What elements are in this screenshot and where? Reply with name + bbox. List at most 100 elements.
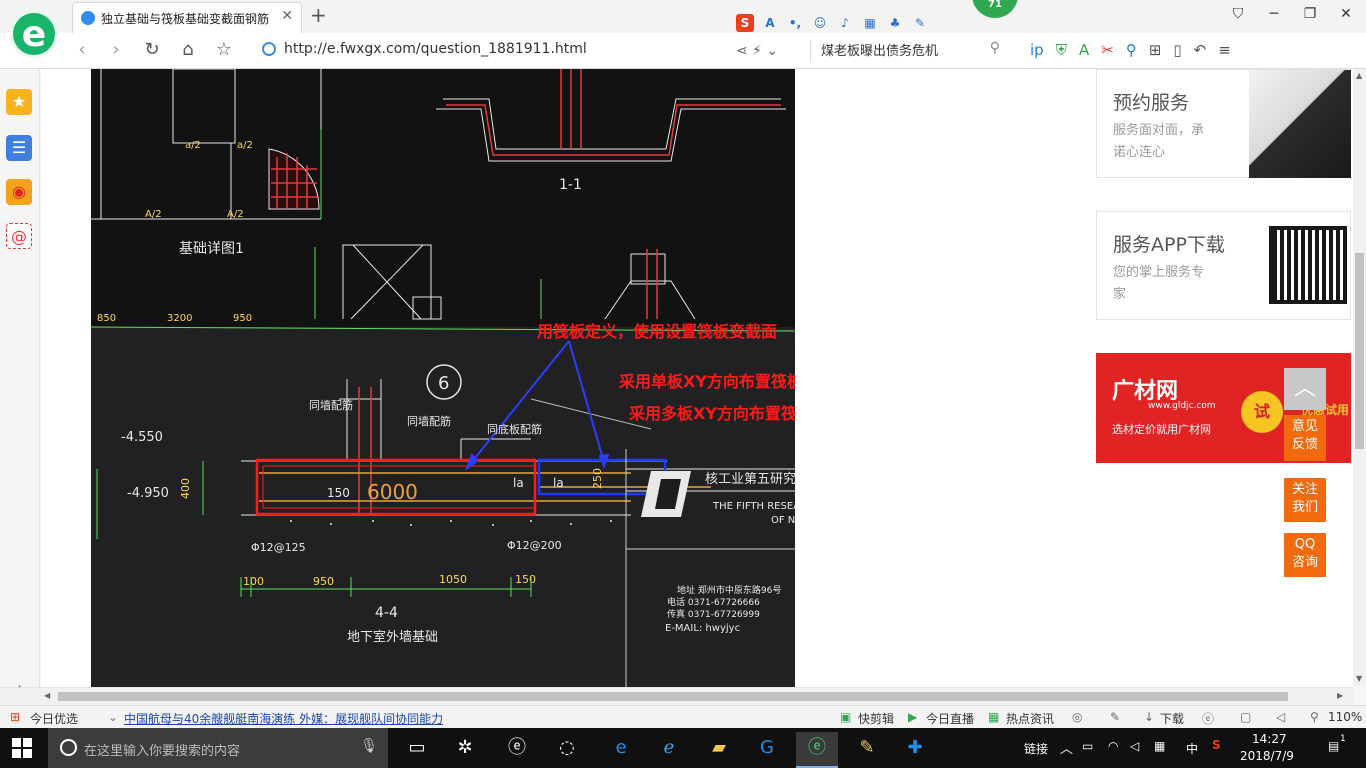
sogou-ime-icon[interactable]: S	[736, 14, 754, 32]
sogou-tray-icon[interactable]: S	[1212, 738, 1221, 752]
zoom-level[interactable]: 110%	[1328, 710, 1362, 724]
close-window-button[interactable]: ✕	[1336, 6, 1356, 22]
font-icon[interactable]: A	[761, 14, 779, 32]
restore-button[interactable]: ❐	[1300, 6, 1320, 22]
vertical-scrollbar[interactable]: ▲ ▼	[1353, 69, 1366, 687]
shirt-skin-icon[interactable]: ⛉	[1228, 6, 1248, 22]
home-button[interactable]: ⌂	[176, 39, 200, 60]
reading-list-icon[interactable]: ☰	[6, 135, 32, 161]
search-input[interactable]: 煤老板曝出债务危机 ⚲	[810, 40, 1010, 62]
ip-icon[interactable]: ip	[1030, 41, 1044, 59]
horizontal-scroll-thumb[interactable]	[58, 692, 1288, 701]
skin-icon[interactable]: ♣	[886, 14, 904, 32]
browser-logo-icon[interactable]: e	[10, 10, 58, 58]
ie-icon[interactable]: ℯ	[648, 732, 690, 768]
volume-icon[interactable]: ◁	[1130, 739, 1139, 753]
scissors-icon[interactable]: ✂	[1101, 41, 1114, 59]
close-tab-icon[interactable]: ✕	[281, 8, 293, 24]
magnifier-icon[interactable]: ⚲	[1126, 41, 1137, 59]
live-link[interactable]: 今日直播	[926, 710, 974, 727]
microphone-icon[interactable]: ♪	[836, 14, 854, 32]
clock-date[interactable]: 2018/7/9	[1240, 749, 1294, 763]
clock-time[interactable]: 14:27	[1252, 732, 1287, 746]
quick-cut-link[interactable]: 快剪辑	[858, 710, 894, 727]
today-picks-label[interactable]: 今日优选	[30, 710, 78, 727]
mute-icon[interactable]: ◁	[1276, 710, 1285, 724]
ime-indicator[interactable]: 中	[1186, 740, 1198, 757]
url-input[interactable]: http://e.fwxgx.com/question_1881911.html	[284, 41, 587, 57]
follow-us-button[interactable]: 关注 我们	[1284, 478, 1326, 522]
microphone-icon[interactable]: 🎙︎	[360, 738, 378, 754]
share-icon[interactable]: ⋖ ⚡ ⌄	[736, 43, 778, 59]
scroll-up-icon[interactable]: ▲	[1356, 71, 1362, 80]
active-browser-icon[interactable]: ⓔ	[796, 732, 838, 768]
hot-news-link[interactable]: 热点资讯	[1006, 710, 1054, 727]
scroll-down-icon[interactable]: ▼	[1356, 674, 1362, 683]
wifi-icon[interactable]: ◠	[1108, 739, 1118, 753]
undo-icon[interactable]: ↶	[1194, 41, 1207, 59]
punctuation-icon[interactable]: •,	[786, 14, 804, 32]
windows-start-icon[interactable]	[12, 738, 32, 758]
keyboard-icon[interactable]: ▦	[861, 14, 879, 32]
annotation-bottom-rebar: 采用单板XY方向布置筏板底筋，	[618, 372, 795, 391]
security-badge[interactable]: 71	[972, 0, 1018, 18]
qq-consult-button[interactable]: QQ 咨询	[1284, 533, 1326, 577]
la-label-1: la	[513, 476, 524, 490]
emoji-icon[interactable]: ☺	[811, 14, 829, 32]
mobile-icon[interactable]: ▯	[1173, 41, 1181, 59]
chevron-down-icon[interactable]: ⌄	[108, 710, 118, 724]
taskbar-search-box[interactable]: 在这里输入你要搜索的内容 🎙︎	[48, 728, 388, 768]
tray-expand-icon[interactable]: ︿	[1060, 738, 1073, 757]
feedback-button[interactable]: 意见 反馈	[1284, 415, 1326, 461]
news-headline-link[interactable]: 中国航母与40余艘舰艇南海演练 外媒：展现舰队间协同能力	[124, 710, 443, 727]
cad-drawing-svg: a/2 a/2 A/2 A/2 850 3200 950 基础详图1 1-1 6…	[91, 69, 795, 687]
file-explorer-icon[interactable]: ▰	[698, 732, 740, 768]
search-icon[interactable]: ⚲	[990, 40, 1000, 56]
download-icon: ↓	[1144, 710, 1155, 724]
new-tab-button[interactable]: +	[310, 3, 327, 27]
refresh-button[interactable]: ↻	[140, 39, 164, 60]
title-block-en-2: OF N	[771, 515, 795, 526]
minimize-button[interactable]: ─	[1264, 6, 1284, 22]
ie-mode-icon[interactable]: ⓔ	[1202, 710, 1214, 727]
remote-app-icon[interactable]: ✚	[894, 732, 936, 768]
scroll-right-icon[interactable]: ▶	[1337, 691, 1343, 700]
notes-app-icon[interactable]: ✎	[846, 732, 888, 768]
back-button[interactable]: ‹	[70, 39, 94, 60]
scroll-left-icon[interactable]: ◀	[44, 691, 50, 700]
battery-icon[interactable]: ▭	[1082, 739, 1093, 753]
favorites-star-icon[interactable]: ★	[6, 89, 32, 115]
horizontal-scrollbar[interactable]: ◀ ▶	[0, 687, 1353, 705]
app-download-sub-2: 家	[1113, 287, 1127, 302]
download-link[interactable]: 下载	[1160, 710, 1184, 727]
notification-center-icon[interactable]: ▤	[1328, 739, 1339, 753]
links-toolbar[interactable]: 链接	[1024, 740, 1048, 757]
favorite-star-button[interactable]: ☆	[212, 39, 236, 60]
pin-icon[interactable]: ✎	[1110, 710, 1120, 724]
app-download-box[interactable]: 服务APP下载 您的掌上服务专 家	[1096, 211, 1351, 320]
speed-icon[interactable]: ◎	[1072, 710, 1082, 724]
spiral-app-icon[interactable]: ◌	[546, 732, 588, 768]
back-to-top-button[interactable]: ︿	[1284, 368, 1326, 410]
slab-rebar-label: 同底板配筋	[487, 422, 542, 436]
keyboard-icon[interactable]: ▦	[1154, 739, 1165, 753]
tools-icon[interactable]: ✎	[911, 14, 929, 32]
dim-850: 850	[97, 313, 116, 324]
translate-icon[interactable]: A	[1079, 41, 1089, 59]
apps-grid-icon[interactable]: ⊞	[1149, 41, 1162, 59]
appointment-service-box[interactable]: 预约服务 服务面对面，承 诺心连心	[1096, 69, 1351, 178]
edge-icon[interactable]: e	[600, 732, 642, 768]
glodon-app-icon[interactable]: G	[746, 732, 788, 768]
pinwheel-app-icon[interactable]: ✲	[444, 732, 486, 768]
shield-icon[interactable]: ⛨	[1056, 41, 1067, 59]
browser-tab[interactable]: 独立基础与筏板基础变截面钢筋 ✕	[72, 2, 302, 33]
vertical-scroll-thumb[interactable]	[1355, 253, 1364, 449]
dim-A2-left: A/2	[145, 209, 162, 220]
email-icon[interactable]: @	[6, 223, 32, 249]
menu-icon[interactable]: ≡	[1218, 41, 1231, 59]
weibo-icon[interactable]: ◉	[6, 179, 32, 205]
window-icon[interactable]: ▢	[1240, 710, 1251, 724]
task-view-icon[interactable]: ▭	[396, 732, 438, 768]
browser-e-icon[interactable]: ⓔ	[496, 732, 538, 768]
forward-button[interactable]: ›	[104, 39, 128, 60]
